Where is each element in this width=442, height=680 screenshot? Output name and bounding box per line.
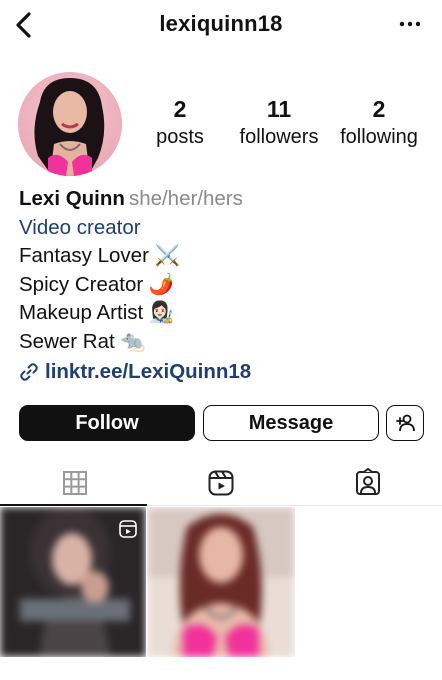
bio-line: Fantasy Lover ⚔️ xyxy=(19,244,181,267)
avatar[interactable] xyxy=(18,72,122,176)
posts-count: 2 xyxy=(173,96,187,122)
bio-line: Spicy Creator 🌶️ xyxy=(19,272,175,296)
stat-followers[interactable]: 11 followers xyxy=(231,96,327,150)
message-button[interactable]: Message xyxy=(203,405,379,441)
post-thumbnail[interactable] xyxy=(0,507,146,657)
bio-link[interactable]: linktr.ee/LexiQuinn18 xyxy=(19,358,429,387)
profile-tabs xyxy=(0,462,442,506)
following-count: 2 xyxy=(372,96,386,122)
suggest-users-button[interactable] xyxy=(386,405,424,441)
bio-line: Sewer Rat 🐀 xyxy=(19,329,146,353)
bio-link-text[interactable]: linktr.ee/LexiQuinn18 xyxy=(45,358,251,387)
pronouns: she/her/hers xyxy=(128,187,243,210)
follow-button[interactable]: Follow xyxy=(19,405,195,441)
stat-following[interactable]: 2 following xyxy=(331,96,427,150)
display-name: Lexi Quinn xyxy=(19,187,125,210)
profile-username: lexiquinn18 xyxy=(159,11,283,36)
category-label: Video creator xyxy=(19,215,141,239)
active-tab-indicator xyxy=(0,504,147,506)
stat-posts[interactable]: 2 posts xyxy=(145,96,215,150)
following-label: following xyxy=(340,126,418,148)
bio-line: Makeup Artist 👩🏻‍🎨 xyxy=(19,301,175,324)
top-bar: lexiquinn18 xyxy=(0,0,442,52)
reels-icon[interactable] xyxy=(206,468,236,498)
posts-grid xyxy=(0,507,442,657)
grid-icon[interactable] xyxy=(60,468,90,498)
post-thumbnail[interactable] xyxy=(147,507,295,657)
tagged-icon[interactable] xyxy=(353,468,383,498)
posts-label: posts xyxy=(156,126,204,148)
add-user-icon xyxy=(396,414,415,432)
followers-count: 11 xyxy=(266,96,292,122)
profile-bio: Lexi Quinn she/her/hers Video creator Fan… xyxy=(19,185,429,387)
more-options-icon[interactable] xyxy=(398,14,422,34)
name-row: Lexi Quinn she/her/hers xyxy=(19,185,429,214)
reel-icon xyxy=(119,520,137,538)
followers-label: followers xyxy=(239,126,319,148)
link-icon xyxy=(20,363,38,381)
